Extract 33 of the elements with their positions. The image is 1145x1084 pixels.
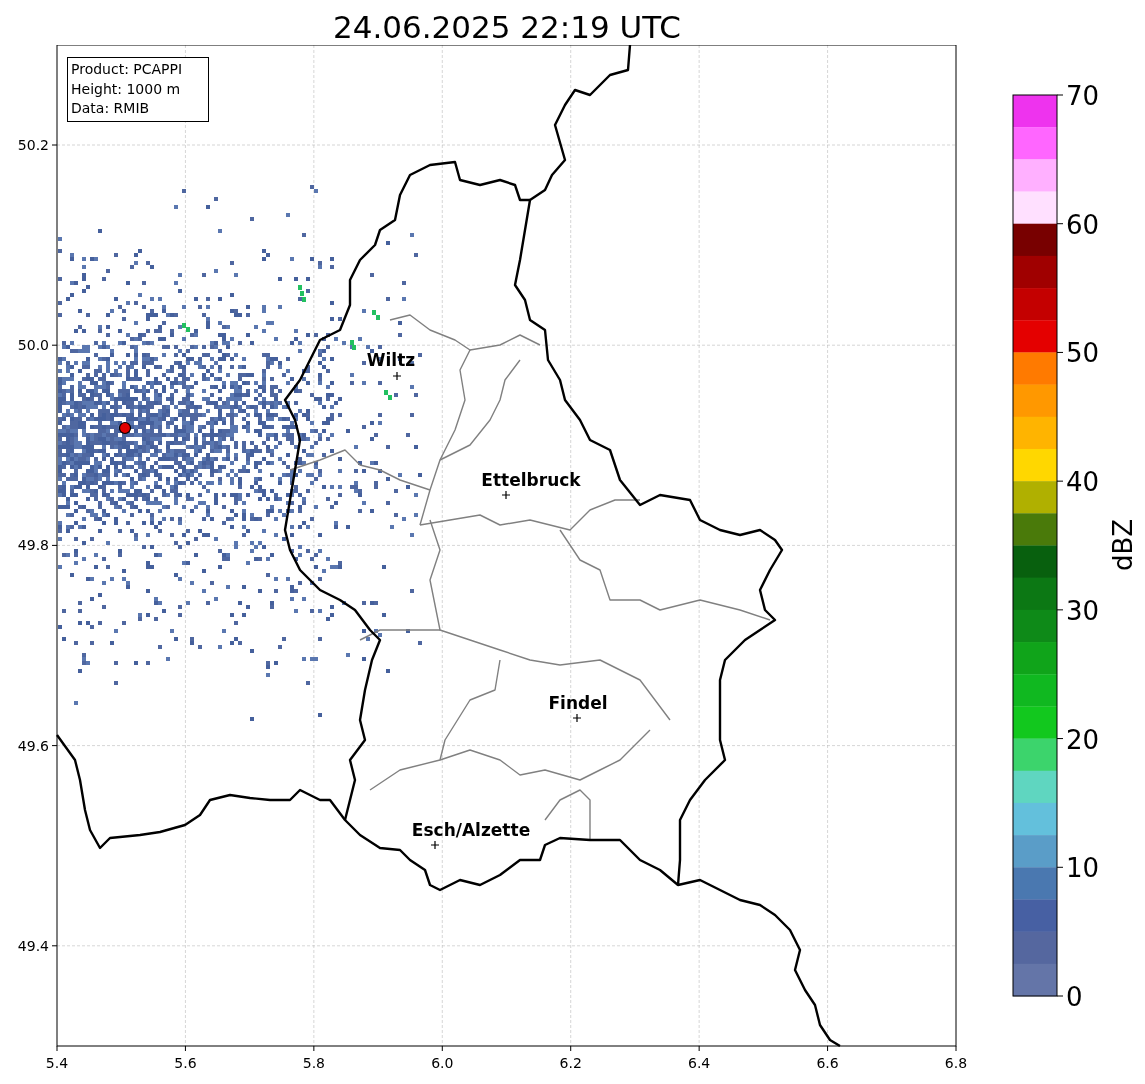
city-label: Ettelbruck bbox=[481, 470, 581, 490]
colorbar-tick-label: 0 bbox=[1066, 982, 1083, 1012]
axis-tick-label: 49.8 bbox=[17, 537, 49, 554]
axis-tick-label: 5.8 bbox=[302, 1055, 325, 1071]
city-marker-icon bbox=[572, 713, 582, 723]
axis-tick-label: 5.6 bbox=[174, 1055, 197, 1071]
colorbar-tick-label: 60 bbox=[1066, 209, 1100, 240]
colorbar-tick-label: 50 bbox=[1066, 338, 1100, 369]
axis-tick-label: 5.4 bbox=[45, 1055, 69, 1071]
city-marker-icon bbox=[392, 371, 402, 381]
colorbar-tick-label: 10 bbox=[1066, 853, 1100, 884]
colorbar-tick-label: 20 bbox=[1066, 724, 1100, 755]
city-marker-icon bbox=[501, 490, 511, 500]
info-text: Product: PCAPPI Height: 1000 m Data: RMIB bbox=[67, 57, 209, 122]
axis-tick-label: 49.4 bbox=[17, 937, 49, 954]
city-label: Esch/Alzette bbox=[411, 820, 531, 840]
axis-tick-label: 6.2 bbox=[559, 1055, 582, 1071]
chart-title: 24.06.2025 22:19 UTC bbox=[332, 8, 682, 45]
colorbar-tick-label: 30 bbox=[1066, 595, 1100, 626]
city-label: Wiltz bbox=[366, 350, 416, 370]
colorbar-label: dBZ bbox=[1108, 518, 1138, 572]
axis-tick-label: 49.6 bbox=[17, 737, 49, 754]
radar-site-icon bbox=[118, 421, 132, 435]
axis-tick-label: 50.2 bbox=[17, 137, 49, 153]
city-marker-icon bbox=[430, 840, 440, 850]
axis-tick-label: 50.0 bbox=[17, 337, 49, 354]
axis-tick-label: 6.4 bbox=[688, 1055, 711, 1071]
axis-tick-label: 6.8 bbox=[944, 1055, 968, 1071]
axis-tick-label: 6.6 bbox=[816, 1055, 839, 1071]
colorbar-tick-label: 40 bbox=[1066, 467, 1100, 498]
city-label: Findel bbox=[548, 693, 608, 713]
axis-tick-label: 6.0 bbox=[431, 1055, 454, 1071]
colorbar-tick-label: 70 bbox=[1066, 81, 1100, 111]
